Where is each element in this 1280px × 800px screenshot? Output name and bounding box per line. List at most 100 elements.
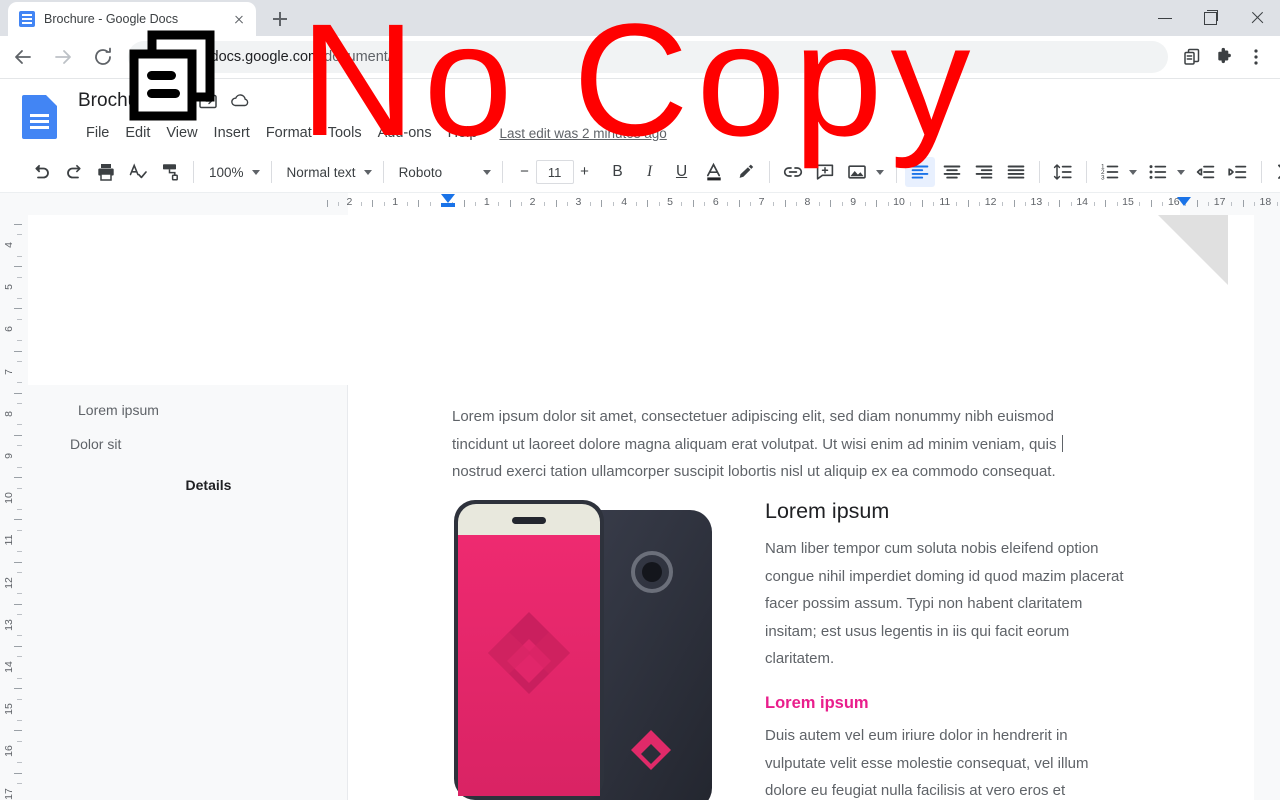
page-corner-fold (1158, 215, 1228, 285)
paint-format-icon[interactable] (155, 157, 185, 187)
font-size-input[interactable]: 11 (535, 160, 574, 184)
left-indent-marker[interactable] (441, 194, 455, 203)
menu-add-ons[interactable]: Add-ons (370, 122, 440, 144)
ruler-inch-label: 9 (3, 453, 15, 459)
move-to-folder-icon[interactable] (197, 90, 219, 112)
font-select[interactable]: Roboto (391, 159, 495, 185)
outline-item[interactable]: Details (28, 461, 347, 509)
menu-edit[interactable]: Edit (117, 122, 158, 144)
smartphone-mockup-image[interactable] (452, 496, 738, 800)
browser-actions (1176, 41, 1280, 73)
section-paragraph-1[interactable]: Nam liber tempor cum soluta nobis eleife… (765, 535, 1125, 673)
ruler-inch-label: 17 (1213, 196, 1226, 208)
document-title[interactable]: Brochure (78, 90, 155, 112)
insert-image-icon[interactable] (842, 157, 872, 187)
toolbar-divider (501, 161, 503, 183)
section-paragraph-2[interactable]: Duis autem vel eum iriure dolor in hendr… (765, 722, 1125, 800)
ruler-tick (555, 200, 557, 207)
zoom-select[interactable]: 100% (201, 159, 264, 185)
section-heading-1[interactable]: Lorem ipsum (765, 499, 1125, 524)
star-icon[interactable] (165, 90, 187, 112)
clear-formatting-icon[interactable] (1270, 157, 1280, 187)
ruler-tick (498, 202, 500, 206)
italic-button[interactable]: I (635, 157, 665, 187)
menu-view[interactable]: View (158, 122, 205, 144)
menu-tools[interactable]: Tools (320, 122, 370, 144)
ruler-tick (17, 572, 22, 574)
ruler-inch-label: 6 (712, 196, 719, 208)
ruler-tick (795, 202, 797, 206)
bulleted-list-icon[interactable] (1143, 157, 1173, 187)
align-justify-button[interactable] (1001, 157, 1031, 187)
numbered-list-chevron[interactable] (1127, 157, 1141, 187)
redo-icon[interactable] (59, 157, 89, 187)
paragraph-style-value: Normal text (286, 164, 356, 180)
numbered-list-icon[interactable]: 123 (1095, 157, 1125, 187)
new-tab-button[interactable] (266, 5, 294, 33)
ruler-tick (17, 614, 22, 616)
text-color-button[interactable] (699, 157, 729, 187)
insert-image-chevron[interactable] (874, 157, 888, 187)
intro-paragraph[interactable]: Lorem ipsum dolor sit amet, consectetuer… (452, 403, 1112, 486)
ruler-inch-label: 8 (3, 410, 15, 417)
bulleted-list-chevron[interactable] (1175, 157, 1189, 187)
outline-item[interactable]: Lorem ipsum (28, 393, 347, 427)
forward-button[interactable] (46, 40, 80, 74)
document-outline-panel[interactable]: Lorem ipsum Dolor sit Details (28, 385, 348, 800)
copy-tab-icon[interactable] (1176, 41, 1208, 73)
cloud-saved-icon[interactable] (229, 90, 251, 112)
decrease-indent-icon[interactable] (1191, 157, 1221, 187)
document-canvas[interactable]: Lorem ipsum Dolor sit Details Lorem ipsu… (28, 215, 1280, 800)
ruler-tick (1150, 200, 1152, 207)
ruler-tick (773, 202, 775, 206)
close-icon[interactable] (230, 10, 248, 28)
ruler-tick (14, 772, 22, 774)
menu-help[interactable]: Help (440, 122, 486, 144)
align-left-button[interactable] (904, 157, 935, 187)
ruler-inch-label: 13 (3, 618, 15, 631)
highlight-color-button[interactable] (731, 157, 761, 187)
outline-item[interactable]: Dolor sit (28, 427, 347, 461)
increase-indent-icon[interactable] (1223, 157, 1253, 187)
chevron-down-icon (482, 169, 491, 175)
paragraph-style-select[interactable]: Normal text (279, 159, 376, 185)
ruler-tick (17, 508, 22, 510)
address-bar[interactable]: https//docs.google.com/document/ (128, 41, 1168, 73)
ruler-tick (406, 202, 408, 206)
horizontal-ruler[interactable]: 2 1 1 2 3 4 5 6 7 8 9 10 11 12 13 14 15 16 17 18 (0, 193, 1280, 215)
document-page[interactable]: Lorem ipsum Dolor sit Details Lorem ipsu… (28, 215, 1254, 800)
decrease-font-size-button[interactable]: − (514, 160, 536, 184)
print-icon[interactable] (91, 157, 121, 187)
chevron-down-icon (1128, 170, 1137, 175)
increase-font-size-button[interactable]: + (574, 160, 596, 184)
insert-link-icon[interactable] (778, 157, 808, 187)
left-indent-bar[interactable] (441, 203, 455, 207)
ruler-tick (1253, 202, 1255, 206)
menu-file[interactable]: File (78, 122, 117, 144)
menu-format[interactable]: Format (258, 122, 320, 144)
line-spacing-icon[interactable] (1048, 157, 1078, 187)
right-indent-marker[interactable] (1177, 197, 1191, 206)
ruler-inch-label: 4 (621, 196, 628, 208)
last-edit-status[interactable]: Last edit was 2 minutes ago (499, 126, 666, 141)
vertical-ruler[interactable]: 4 5 6 7 8 9 10 11 12 13 14 15 16 17 (0, 215, 28, 800)
browser-tab[interactable]: Brochure - Google Docs (8, 2, 256, 36)
spellcheck-icon[interactable] (123, 157, 153, 187)
undo-icon[interactable] (27, 157, 57, 187)
section-heading-2[interactable]: Lorem ipsum (765, 694, 1125, 713)
ruler-tick (14, 730, 22, 732)
extensions-icon[interactable] (1208, 41, 1240, 73)
reload-button[interactable] (86, 40, 120, 74)
close-window-icon[interactable] (1234, 0, 1280, 36)
add-comment-icon[interactable] (810, 157, 840, 187)
back-button[interactable] (6, 40, 40, 74)
underline-button[interactable]: U (667, 157, 697, 187)
align-center-button[interactable] (937, 157, 967, 187)
maximize-window-icon[interactable] (1188, 0, 1234, 36)
align-right-button[interactable] (969, 157, 999, 187)
bold-button[interactable]: B (603, 157, 633, 187)
minimize-window-icon[interactable] (1142, 0, 1188, 36)
toolbar-divider (270, 161, 272, 183)
menu-insert[interactable]: Insert (206, 122, 258, 144)
browser-menu-icon[interactable] (1240, 41, 1272, 73)
